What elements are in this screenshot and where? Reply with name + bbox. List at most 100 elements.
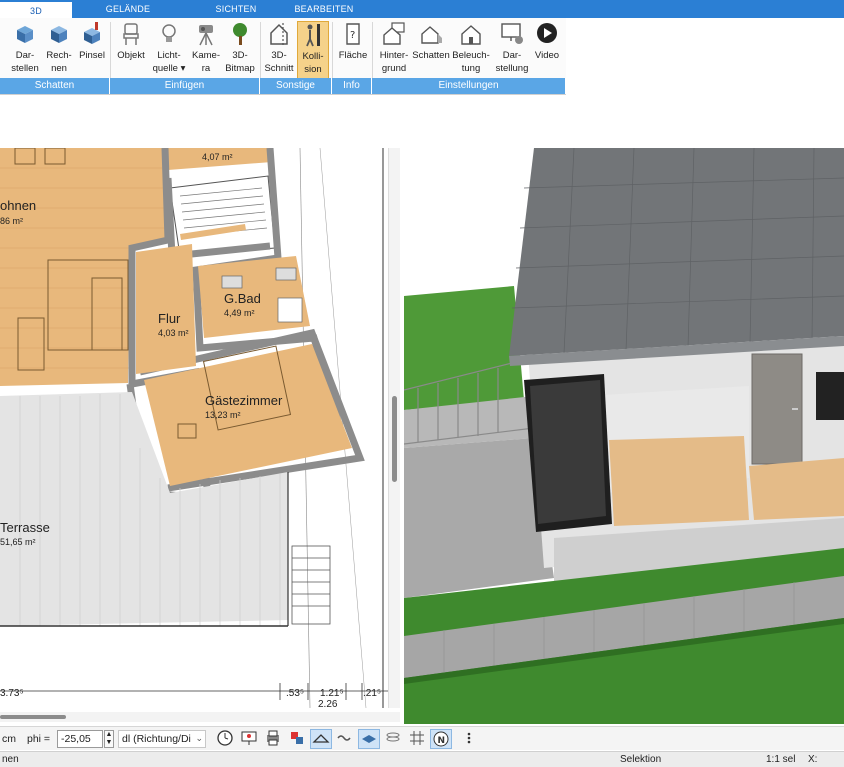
room-bad-name: G.Bad	[224, 291, 261, 306]
status-scale: 1:1 sel	[766, 754, 796, 765]
cube-render-icon	[17, 26, 33, 43]
phi-input[interactable]	[57, 730, 103, 748]
status-left-text: nen	[2, 754, 19, 765]
status-bar: nen Selektion 1:1 sel X:	[0, 751, 844, 767]
video-button[interactable]: Video	[532, 21, 562, 62]
chair-icon	[123, 23, 139, 45]
tab-gelaende[interactable]: GELÄNDE	[92, 0, 164, 18]
3d-view[interactable]	[404, 148, 844, 724]
scrollbar-thumb[interactable]	[0, 715, 66, 719]
clock-icon[interactable]	[214, 729, 236, 749]
3d-bitmap-button[interactable]: 3D- Bitmap	[222, 21, 258, 75]
room-wohnen-name: ohnen	[0, 198, 37, 213]
stack-icon[interactable]	[382, 729, 404, 749]
monitor-pin-icon[interactable]	[238, 729, 260, 749]
room-flur-name: Flur	[158, 311, 181, 326]
flaeche-label: Fläche	[338, 50, 368, 61]
objekt-button[interactable]: Objekt	[114, 21, 148, 62]
lichtquelle-button[interactable]: Licht- quelle ▾	[150, 21, 188, 75]
room-gast-area: 13,23 m²	[205, 410, 241, 420]
objekt-label: Objekt	[117, 50, 145, 61]
cube-calc-icon	[51, 26, 67, 43]
ribbon-group-bar: Schatten Einfügen Sonstige Info Einstell…	[0, 78, 566, 94]
beleuchtung-button[interactable]: Beleuch- tung	[452, 21, 490, 75]
dimension-label: 2.26	[318, 699, 338, 708]
dimension-label: 3.73⁵	[0, 688, 24, 699]
video-label: Video	[534, 50, 560, 61]
status-x-coordinate: X:	[808, 754, 818, 765]
3d-schnitt-label: 3D- Schnitt	[264, 50, 294, 74]
phi-stepper[interactable]: ▲ ▼	[104, 730, 114, 748]
bottom-toolbar: cm phi = ▲▼ ° dl (Richtung/Di ⌄ N	[0, 726, 844, 750]
beleuchtung-label: Beleuch- tung	[452, 50, 490, 74]
group-schatten: Schatten	[0, 78, 110, 94]
group-einstellungen: Einstellungen	[372, 78, 566, 94]
house-shadow-icon	[421, 26, 442, 44]
darstellen-button[interactable]: Dar- stellen	[8, 21, 42, 75]
kollision-button[interactable]: Kolli- sion	[297, 21, 329, 79]
chevron-down-icon: ⌄	[195, 733, 203, 743]
more-options-icon[interactable]	[458, 729, 480, 749]
hintergrund-button[interactable]: Hinter- grund	[376, 21, 412, 75]
room-gast-name: Gästezimmer	[205, 393, 283, 408]
3d-schnitt-button[interactable]: 3D- Schnitt	[262, 21, 296, 75]
tab-sichten[interactable]: SICHTEN	[200, 0, 272, 18]
dimension-label: .21⁵	[363, 688, 382, 699]
grid-icon[interactable]	[406, 729, 428, 749]
darstellung-button[interactable]: Dar- stellung	[494, 21, 530, 75]
layer-icon[interactable]	[358, 729, 380, 749]
direction-select[interactable]: dl (Richtung/Di ⌄	[118, 730, 206, 748]
room-bad-area: 4,49 m²	[224, 308, 255, 318]
house-light-icon	[461, 25, 481, 45]
plan-vertical-scrollbar[interactable]	[388, 148, 400, 708]
tab-3d[interactable]: 3D	[0, 0, 72, 18]
status-mode: Selektion	[620, 754, 662, 765]
collision-person-icon	[306, 24, 320, 47]
phi-label: phi =	[27, 733, 51, 745]
kamera-label: Kame- ra	[192, 50, 220, 74]
room-top-area: 4,07 m²	[202, 152, 233, 162]
group-info: Info	[332, 78, 372, 94]
kollision-label: Kolli- sion	[302, 51, 324, 75]
group-sonstige: Sonstige	[260, 78, 332, 94]
kamera-button[interactable]: Kame- ra	[190, 21, 222, 75]
rechnen-label: Rech- nen	[46, 50, 72, 74]
hintergrund-label: Hinter- grund	[379, 50, 409, 74]
3d-scene-canvas	[404, 148, 844, 724]
room-terrasse-area: 51,65 m²	[0, 537, 36, 547]
house-background-icon	[383, 22, 405, 45]
3d-bitmap-label: 3D- Bitmap	[225, 50, 255, 74]
pinsel-button[interactable]: Pinsel	[76, 21, 108, 62]
svg-text:?: ?	[350, 30, 355, 41]
floor-plan-view[interactable]: ohnen 86 m² 4,07 m² G.Bad 4,49 m² Flur 4…	[0, 148, 388, 708]
light-bulb-icon	[162, 24, 176, 42]
room-flur-area: 4,03 m²	[158, 328, 189, 338]
flaeche-button[interactable]: ? Fläche	[336, 21, 370, 62]
camera-tripod-icon	[199, 25, 213, 46]
play-video-icon	[537, 23, 557, 43]
room-wohnen-area: 86 m²	[0, 216, 24, 226]
rechnen-button[interactable]: Rech- nen	[44, 21, 74, 75]
section-cut-icon	[270, 23, 288, 45]
dimension-label: .53⁵	[286, 688, 305, 699]
snap-surface-icon[interactable]	[310, 729, 332, 749]
scrollbar-thumb[interactable]	[392, 396, 397, 482]
ribbon-tabbar: 3D GELÄNDE SICHTEN BEARBEITEN	[0, 0, 844, 18]
north-icon[interactable]: N	[430, 729, 452, 749]
ribbon: Dar- stellen Rech- nen Pinsel Objekt Lic…	[0, 18, 566, 95]
wave-icon[interactable]	[334, 729, 356, 749]
tab-bearbeiten[interactable]: BEARBEITEN	[288, 0, 360, 18]
room-terrasse-name: Terrasse	[0, 520, 50, 535]
print-icon[interactable]	[262, 729, 284, 749]
schatten-button[interactable]: Schatten	[412, 21, 450, 62]
group-einfuegen: Einfügen	[110, 78, 260, 94]
paint-icon[interactable]	[286, 729, 308, 749]
tree-icon	[233, 23, 247, 45]
unit-label: cm	[2, 733, 16, 745]
floor-plan-canvas	[0, 148, 388, 708]
dimension-label: 1.21⁵	[320, 688, 344, 699]
monitor-settings-icon	[501, 23, 523, 44]
plan-horizontal-scrollbar[interactable]	[0, 712, 400, 722]
area-info-icon: ?	[346, 23, 360, 45]
darstellen-label: Dar- stellen	[11, 50, 39, 74]
